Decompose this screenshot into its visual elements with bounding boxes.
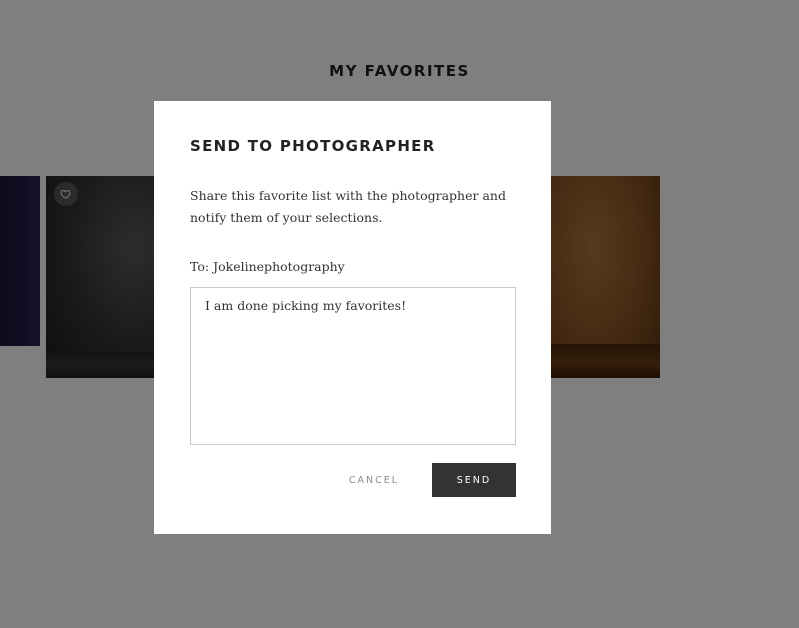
recipient-line: To: Jokelinephotography [190,259,345,274]
send-to-photographer-dialog: SEND TO PHOTOGRAPHER Share this favorite… [154,101,551,534]
recipient-name: Jokelinephotography [213,259,345,274]
send-button[interactable]: SEND [432,463,516,497]
dialog-description: Share this favorite list with the photog… [190,188,506,225]
message-textarea[interactable]: I am done picking my favorites! [190,287,516,445]
dialog-title: SEND TO PHOTOGRAPHER [190,137,436,155]
cancel-button[interactable]: CANCEL [334,463,414,497]
recipient-prefix: To: [190,259,210,274]
